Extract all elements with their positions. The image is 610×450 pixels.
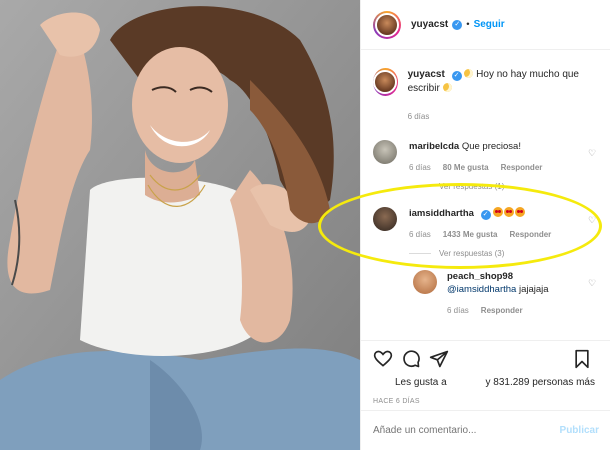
reply-username[interactable]: peach_shop98 xyxy=(447,271,513,282)
post-header: yuyacst ✓ • Seguir xyxy=(361,0,610,50)
heart-icon[interactable]: ♡ xyxy=(588,278,597,288)
heart-eyes-emoji-icon xyxy=(493,207,504,217)
comment-item: iamsiddhartha ✓ 6 días 1433 Me gusta Res… xyxy=(361,207,610,241)
comment-input[interactable] xyxy=(373,425,560,436)
bookmark-icon[interactable] xyxy=(573,349,591,369)
reply-time[interactable]: 6 días xyxy=(447,304,469,317)
heart-eyes-emoji-icon xyxy=(504,207,515,217)
author-username[interactable]: yuyacst xyxy=(411,19,448,30)
commenter-avatar[interactable] xyxy=(373,140,397,164)
reply-button[interactable]: Responder xyxy=(481,304,523,317)
replier-avatar[interactable] xyxy=(413,270,437,294)
view-replies-button[interactable]: Ver respuestas (1) xyxy=(409,182,610,191)
verified-icon: ✓ xyxy=(451,71,462,81)
like-heart-icon[interactable] xyxy=(373,349,393,369)
comment-likes[interactable]: 1433 Me gusta xyxy=(443,228,498,241)
likes-label: Les gusta a xyxy=(395,377,447,388)
comments-list[interactable]: yuyacst ✓ Hoy no hay mucho que escribir … xyxy=(361,50,610,335)
reply-button[interactable]: Responder xyxy=(510,228,552,241)
share-icon[interactable] xyxy=(429,349,449,369)
verified-icon: ✓ xyxy=(480,210,491,220)
follow-button[interactable]: Seguir xyxy=(474,19,505,30)
caption-username[interactable]: yuyacst xyxy=(408,69,445,80)
reply-item: peach_shop98 @iamsiddhartha jajajaja 6 d… xyxy=(361,270,610,317)
comment-text: Que preciosa! xyxy=(461,141,521,152)
heart-eyes-emoji-icon xyxy=(515,207,526,217)
caption-time: 6 días xyxy=(407,112,430,121)
likes-count[interactable]: y 831.289 personas más xyxy=(485,377,595,388)
comment-time[interactable]: 6 días xyxy=(409,228,431,241)
post-caption: yuyacst ✓ Hoy no hay mucho que escribir … xyxy=(361,50,610,124)
post-actions: Les gusta a y 831.289 personas más HACE … xyxy=(361,340,610,405)
reply-mention[interactable]: @iamsiddhartha xyxy=(447,284,516,295)
post-panel: yuyacst ✓ • Seguir yuyacst ✓ Hoy no hay … xyxy=(360,0,610,450)
publish-button[interactable]: Publicar xyxy=(560,425,599,436)
reply-text: jajajaja xyxy=(518,284,549,295)
add-comment-bar: Publicar xyxy=(361,410,610,450)
comment-icon[interactable] xyxy=(401,349,421,369)
comment-item: maribelcda Que preciosa! 6 días 80 Me gu… xyxy=(361,140,610,174)
separator-dot: • xyxy=(466,19,470,30)
comment-time[interactable]: 6 días xyxy=(409,161,431,174)
heart-icon[interactable]: ♡ xyxy=(588,215,597,225)
moon-emoji-icon xyxy=(442,83,452,92)
view-replies-button[interactable]: Ver respuestas (3) xyxy=(409,249,610,258)
comment-username[interactable]: iamsiddhartha xyxy=(409,208,474,219)
photo-illustration xyxy=(0,0,360,450)
caption-avatar[interactable] xyxy=(373,68,398,96)
post-timestamp: HACE 6 DÍAS xyxy=(373,398,420,405)
verified-icon: ✓ xyxy=(452,19,463,30)
moon-emoji-icon xyxy=(464,69,474,78)
likes-summary[interactable]: Les gusta a y 831.289 personas más xyxy=(373,377,599,388)
heart-icon[interactable]: ♡ xyxy=(588,148,597,158)
post-photo[interactable] xyxy=(0,0,360,450)
reply-button[interactable]: Responder xyxy=(501,161,543,174)
comment-username[interactable]: maribelcda xyxy=(409,141,459,152)
comment-likes[interactable]: 80 Me gusta xyxy=(443,161,489,174)
author-avatar[interactable] xyxy=(373,10,401,39)
commenter-avatar[interactable] xyxy=(373,207,397,231)
post-frame: yuyacst ✓ • Seguir yuyacst ✓ Hoy no hay … xyxy=(0,0,610,450)
